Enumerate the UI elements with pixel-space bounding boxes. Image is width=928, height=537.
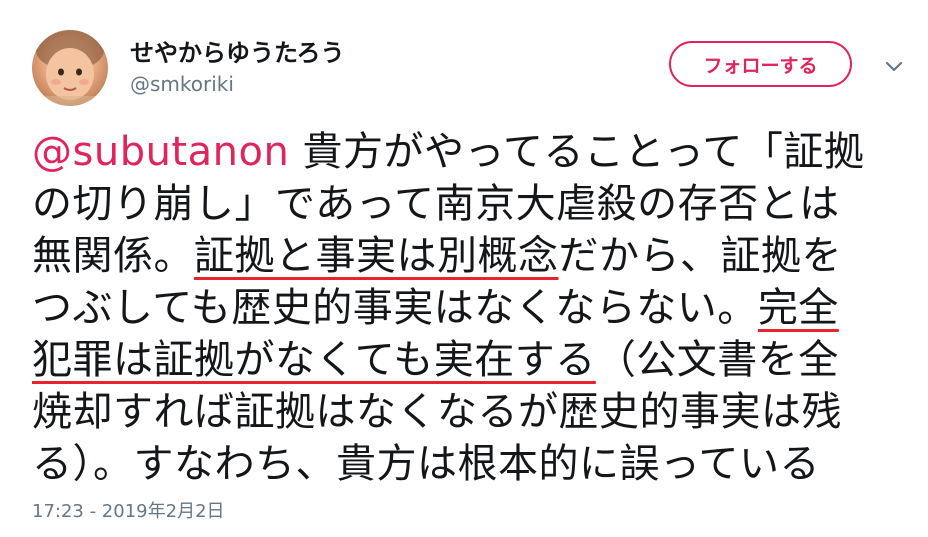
tweet-timestamp[interactable]: 17:23 - 2019年2月2日 [32, 497, 225, 523]
display-name[interactable]: せやからゆうたろう [130, 33, 345, 68]
user-handle[interactable]: @smkoriki [130, 72, 234, 96]
chevron-down-icon[interactable] [884, 58, 904, 72]
chevron-down-svg [885, 61, 903, 72]
follow-button[interactable]: フォローする [669, 41, 852, 87]
tweet-text-segment: 貴方がやってることって「証拠 [289, 129, 865, 175]
tweet-text: @subutanon 貴方がやってることって「証拠 の切り崩し」であって南京大虐… [32, 126, 902, 490]
tweet-line-1: @subutanon 貴方がやってることって「証拠 [32, 126, 902, 178]
tweet-text-segment: （公文書を全 [595, 337, 839, 383]
tweet-text-segment: 焼却すれば証拠はなくなるが歴史的事実は残 [32, 389, 842, 435]
tweet-text-segment: だから、証拠を [558, 233, 842, 279]
tweet-line-4: つぶしても歴史的事実はなくならない。完全 [32, 282, 902, 334]
tweet-line-2: の切り崩し」であって南京大虐殺の存否とは [32, 178, 902, 230]
baby-photo-avatar-icon [32, 30, 108, 106]
underlined-phrase: 犯罪は証拠がなくても実在する [32, 337, 596, 383]
follow-button-label: フォローする [703, 54, 818, 77]
tweet-text-segment: る）。すなわち、貴方は根本的に誤っている [32, 441, 820, 487]
avatar[interactable] [32, 30, 108, 106]
tweet-line-6: 焼却すれば証拠はなくなるが歴史的事実は残 [32, 386, 902, 438]
underlined-phrase: 証拠と事実は別概念 [194, 233, 559, 279]
underlined-phrase: 完全 [757, 285, 839, 331]
tweet-line-7: る）。すなわち、貴方は根本的に誤っている [32, 438, 902, 490]
mention-link[interactable]: @subutanon [32, 129, 289, 175]
tweet-line-5: 犯罪は証拠がなくても実在する（公文書を全 [32, 334, 902, 386]
tweet-text-segment: つぶしても歴史的事実はなくならない。 [32, 285, 758, 331]
tweet-text-segment: 無関係。 [32, 233, 194, 279]
tweet-line-3: 無関係。証拠と事実は別概念だから、証拠を [32, 230, 902, 282]
tweet-text-segment: の切り崩し」であって南京大虐殺の存否とは [32, 181, 840, 227]
